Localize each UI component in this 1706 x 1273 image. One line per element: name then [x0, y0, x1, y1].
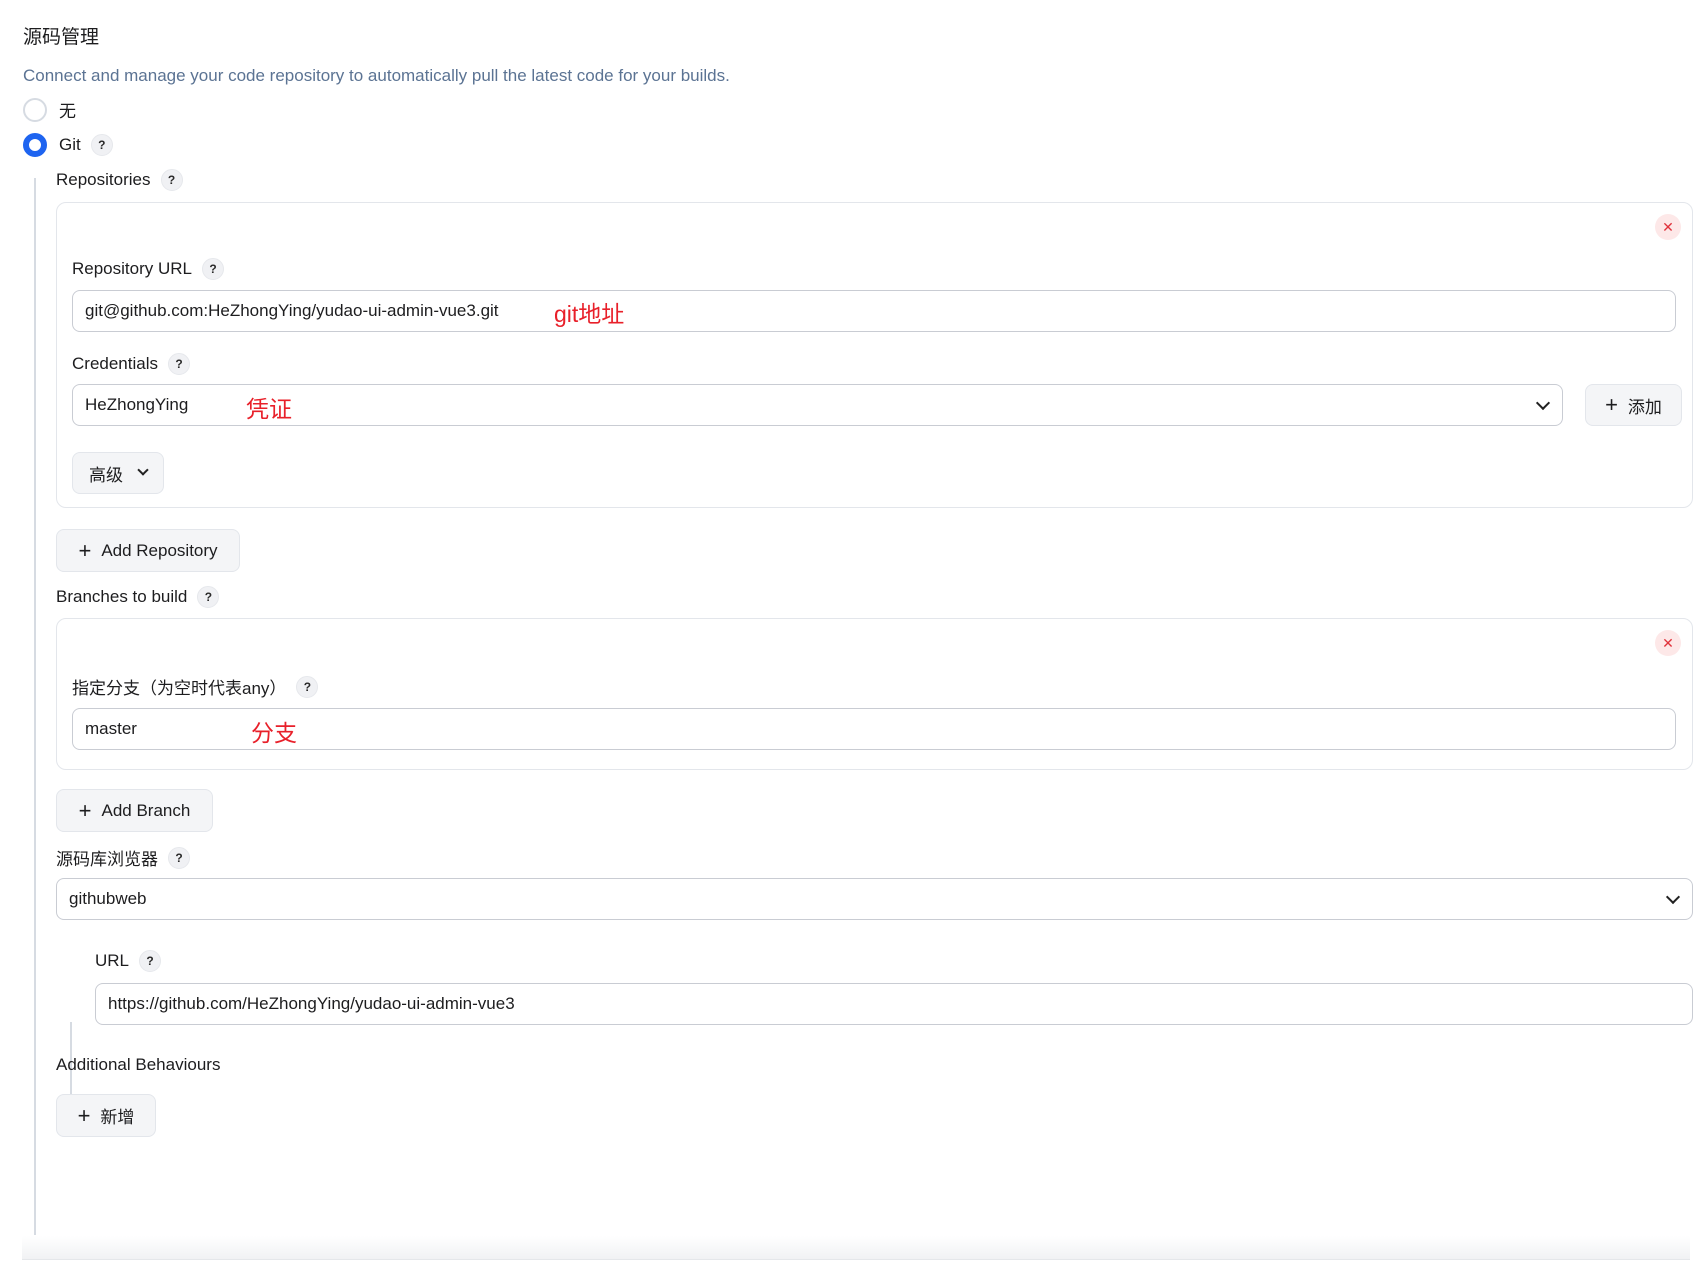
bottom-divider: [22, 1236, 1690, 1260]
credentials-label: Credentials: [72, 354, 158, 373]
radio-none-label: 无: [59, 102, 76, 121]
add-branch-button[interactable]: + Add Branch: [56, 789, 213, 832]
branch-spec-label-row: 指定分支（为空时代表any） ?: [72, 674, 319, 699]
branches-help-icon[interactable]: ?: [197, 586, 220, 608]
branch-spec-annotation: 分支: [251, 720, 297, 746]
repository-url-help-icon[interactable]: ?: [202, 258, 224, 280]
chevron-down-icon: [1665, 889, 1681, 905]
add-credentials-button[interactable]: + 添加: [1585, 384, 1682, 426]
radio-git-label: Git: [59, 135, 81, 154]
remove-branch-close-icon[interactable]: ✕: [1655, 630, 1681, 656]
repository-card: ✕ Repository URL ? git@github.com:HeZhon…: [56, 202, 1693, 508]
chevron-down-icon: [1535, 395, 1551, 411]
advanced-button[interactable]: 高级: [72, 452, 164, 494]
repository-url-annotation: git地址: [554, 301, 625, 327]
branch-spec-label: 指定分支（为空时代表any）: [72, 679, 287, 698]
scm-config-page: 源码管理 Connect and manage your code reposi…: [0, 0, 1706, 1273]
remove-repository-close-icon[interactable]: ✕: [1655, 214, 1681, 240]
branch-card: ✕ 指定分支（为空时代表any） ? master 分支: [56, 618, 1693, 770]
git-help-icon[interactable]: ?: [90, 134, 113, 156]
scm-option-git[interactable]: Git ?: [23, 133, 113, 157]
repositories-help-icon[interactable]: ?: [160, 169, 183, 191]
section-title: 源码管理: [23, 27, 100, 48]
add-repository-button[interactable]: + Add Repository: [56, 529, 240, 572]
scm-option-none[interactable]: 无: [23, 97, 76, 122]
credentials-help-icon[interactable]: ?: [168, 353, 190, 375]
browser-url-value: https://github.com/HeZhongYing/yudao-ui-…: [108, 994, 515, 1013]
repo-browser-value: githubweb: [69, 889, 147, 908]
additional-behaviours-label-row: Additional Behaviours: [56, 1055, 220, 1075]
repo-browser-label: 源码库浏览器: [56, 850, 158, 869]
branch-spec-value: master: [85, 719, 137, 738]
repository-url-value: git@github.com:HeZhongYing/yudao-ui-admi…: [85, 301, 499, 320]
browser-url-help-icon[interactable]: ?: [139, 950, 162, 972]
add-behaviour-label: 新增: [100, 1108, 135, 1127]
browser-url-label: URL: [95, 951, 130, 970]
credentials-value: HeZhongYing: [85, 395, 189, 414]
plus-icon: +: [77, 1102, 91, 1128]
add-branch-label: Add Branch: [101, 800, 191, 820]
section-description: Connect and manage your code repository …: [23, 66, 730, 85]
repo-browser-help-icon[interactable]: ?: [168, 846, 190, 869]
repositories-label-row: Repositories ?: [56, 169, 183, 191]
advanced-label: 高级: [89, 465, 123, 485]
branches-label: Branches to build: [56, 587, 188, 606]
repository-url-label: Repository URL: [72, 259, 192, 278]
repositories-label: Repositories: [56, 170, 151, 189]
plus-icon: +: [78, 537, 92, 563]
radio-git[interactable]: [23, 133, 47, 157]
repository-url-label-row: Repository URL ?: [72, 258, 224, 280]
radio-none[interactable]: [23, 97, 47, 122]
credentials-label-row: Credentials ?: [72, 353, 190, 375]
repo-browser-label-row: 源码库浏览器 ?: [56, 845, 190, 870]
plus-icon: +: [1605, 392, 1618, 417]
credentials-select[interactable]: HeZhongYing 凭证: [72, 384, 1563, 426]
additional-behaviours-label: Additional Behaviours: [56, 1055, 221, 1074]
chevron-down-icon: [137, 464, 149, 476]
credentials-annotation: 凭证: [246, 396, 292, 422]
add-credentials-label: 添加: [1627, 397, 1662, 417]
repository-url-input[interactable]: git@github.com:HeZhongYing/yudao-ui-admi…: [72, 290, 1676, 332]
branch-spec-help-icon[interactable]: ?: [296, 675, 319, 698]
add-repository-label: Add Repository: [101, 540, 218, 560]
repo-browser-select[interactable]: githubweb: [56, 878, 1693, 920]
browser-url-label-row: URL ?: [95, 950, 162, 972]
plus-icon: +: [78, 797, 92, 823]
browser-url-input[interactable]: https://github.com/HeZhongYing/yudao-ui-…: [95, 983, 1693, 1025]
branch-spec-input[interactable]: master 分支: [72, 708, 1676, 750]
branches-label-row: Branches to build ?: [56, 586, 220, 608]
add-behaviour-button[interactable]: + 新增: [56, 1094, 156, 1137]
git-section-rail: [34, 178, 36, 1235]
